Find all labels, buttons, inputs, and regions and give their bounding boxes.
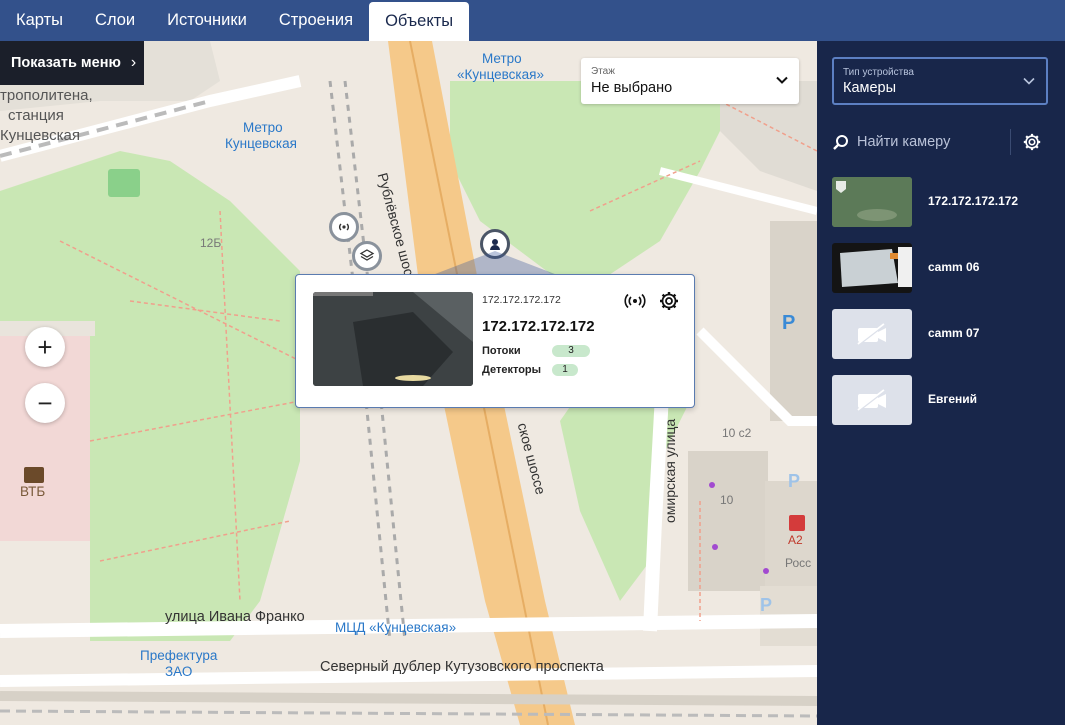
detectors-count-badge: 1: [552, 364, 578, 376]
show-menu-button[interactable]: Показать меню ›: [0, 41, 144, 85]
search-icon: [833, 134, 848, 150]
camera-name: 172.172.172.172: [928, 194, 1019, 208]
map-label-a2: А2: [788, 533, 803, 547]
camera-list-item[interactable]: Евгений: [832, 375, 1057, 425]
tab-layers[interactable]: Слои: [79, 0, 151, 41]
floor-select-value: Не выбрано: [591, 80, 673, 96]
map-label-mirskaya: омирская улица: [662, 418, 678, 523]
streams-row: Потоки 3: [482, 345, 590, 357]
camera-pin-icon: [490, 239, 500, 250]
video-off-icon: [857, 323, 886, 346]
camera-name: camm 06: [928, 260, 980, 274]
svg-text:P: P: [760, 595, 772, 615]
camera-thumbnail: [832, 177, 912, 227]
camera-list-item[interactable]: camm 06: [832, 243, 1057, 293]
layers-icon: [359, 249, 375, 261]
camera-search-input[interactable]: Найти камеру: [832, 129, 1002, 155]
camera-popup-subtitle: 172.172.172.172: [482, 294, 561, 306]
map-label-mcd: МЦД «Кунцевская»: [335, 620, 457, 635]
detectors-row: Детекторы 1: [482, 364, 578, 376]
zoom-in-button[interactable]: +: [25, 327, 65, 367]
map-marker-layers[interactable]: [352, 241, 382, 271]
map-label-metro-station-3: Кунцевская: [0, 127, 80, 144]
camera-popup-title: 172.172.172.172: [482, 318, 595, 335]
map-label-metro-top: Метро: [482, 51, 522, 66]
map-label-10c2: 10 с2: [722, 426, 752, 440]
search-divider: [1010, 129, 1011, 155]
map-label-metro-kuntsevskaya: Метро: [243, 120, 283, 135]
camera-thumbnail: [832, 309, 912, 359]
gear-icon[interactable]: [1022, 132, 1042, 152]
device-type-select[interactable]: Тип устройства Камеры: [832, 57, 1048, 105]
map-marker-sensor[interactable]: [329, 212, 359, 242]
camera-snapshot-image: [832, 243, 912, 293]
svg-text:P: P: [788, 471, 800, 491]
camera-name: camm 07: [928, 326, 980, 340]
floor-select-label: Этаж: [591, 66, 615, 77]
floor-select[interactable]: Этаж Не выбрано: [581, 58, 799, 104]
map-label-prefektura-2: ЗАО: [165, 664, 193, 679]
camera-thumbnail: [832, 375, 912, 425]
streams-count-badge: 3: [552, 345, 590, 357]
detectors-label: Детекторы: [482, 364, 542, 376]
map-label-prefektura: Префектура: [140, 648, 218, 663]
tab-sources[interactable]: Источники: [151, 0, 263, 41]
camera-snapshot-image: [313, 292, 473, 386]
gear-icon[interactable]: [658, 290, 680, 312]
chevron-right-icon: ›: [130, 54, 137, 71]
video-off-icon: [857, 389, 886, 412]
map-label-metro-top-2: «Кунцевская»: [457, 67, 544, 82]
map-label-ivana-franko: улица Ивана Франко: [165, 609, 305, 625]
camera-thumbnail: [832, 243, 912, 293]
camera-search-placeholder: Найти камеру: [857, 134, 951, 150]
camera-list-item[interactable]: 172.172.172.172: [832, 177, 1057, 227]
tab-maps[interactable]: Карты: [0, 0, 79, 41]
device-type-label: Тип устройства: [843, 67, 914, 78]
map-label-10: 10: [720, 493, 734, 507]
top-tab-bar: Карты Слои Источники Строения Объекты: [0, 0, 1065, 41]
map-label-ross: Росс: [785, 556, 812, 570]
tab-buildings[interactable]: Строения: [263, 0, 369, 41]
camera-popup: 172.172.172.172 172.172.172.172 Потоки 3…: [295, 274, 695, 408]
map-label-metro-station: тро­политена,: [0, 87, 93, 104]
map-label-metro-station-2: станция: [8, 107, 64, 124]
map-label-metro-kuntsevskaya-2: Кунцевская: [225, 136, 297, 151]
chevron-down-icon: [776, 76, 788, 84]
svg-text:P: P: [782, 312, 795, 334]
device-type-value: Камеры: [843, 80, 897, 96]
map-label-vtb: ВТБ: [20, 484, 46, 499]
show-menu-label: Показать меню: [11, 55, 121, 71]
right-sidebar: Тип устройства Камеры Найти камеру 172.1…: [817, 41, 1065, 725]
camera-name: Евгений: [928, 392, 978, 406]
broadcast-icon: [339, 223, 349, 231]
tab-objects[interactable]: Объекты: [369, 2, 470, 41]
zoom-out-button[interactable]: −: [25, 383, 65, 423]
camera-snapshot-image: [832, 177, 912, 227]
chevron-down-icon: [1023, 77, 1035, 85]
map-label-severny: Северный дублер Кутузовского проспекта: [320, 659, 604, 675]
broadcast-icon[interactable]: [624, 290, 646, 312]
camera-list-item[interactable]: camm 07: [832, 309, 1057, 359]
streams-label: Потоки: [482, 345, 521, 357]
map-label-12b: 12Б: [200, 236, 222, 250]
camera-popup-thumbnail[interactable]: [313, 292, 473, 386]
camera-fov-cone: [430, 251, 560, 276]
